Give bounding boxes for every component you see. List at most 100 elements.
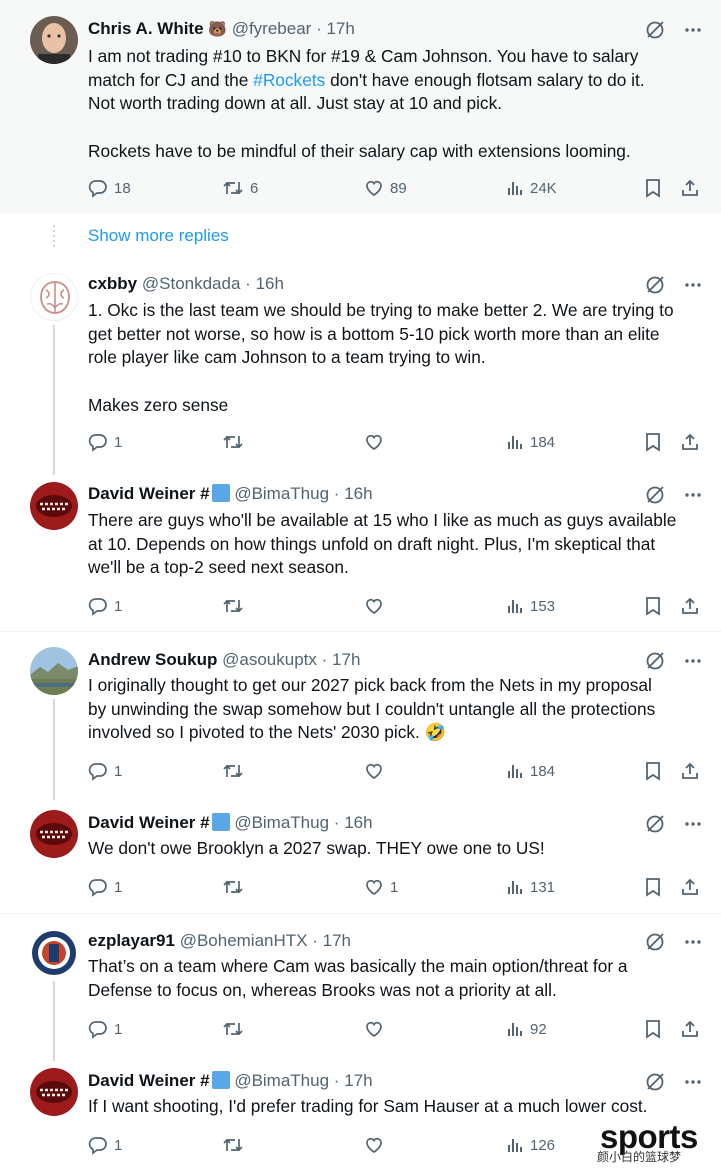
retweet-count: 6 xyxy=(250,179,259,197)
tweet-card[interactable]: Andrew Soukup @asoukuptx · 17h I origina… xyxy=(0,640,721,800)
hashtag-link[interactable]: #Rockets xyxy=(253,70,325,90)
tweet-card[interactable]: cxbby @Stonkdada · 16h 1. Okc is the las… xyxy=(0,265,721,475)
timestamp[interactable]: 17h xyxy=(344,1071,372,1090)
author-handle[interactable]: @BohemianHTX xyxy=(180,931,308,950)
tweet-header: David Weiner # @BimaThug · 16h xyxy=(88,812,721,834)
like-button[interactable] xyxy=(364,760,390,782)
avatar[interactable] xyxy=(30,647,78,695)
avatar[interactable] xyxy=(30,810,78,858)
tweet-line: role player like cam Johnson to a team t… xyxy=(88,347,486,368)
author-name[interactable]: David Weiner # xyxy=(88,1071,210,1090)
timestamp[interactable]: 16h xyxy=(344,484,372,503)
action-bar: 1 184 xyxy=(88,431,708,453)
tweet-card[interactable]: David Weiner # @BimaThug · 16h We don't … xyxy=(0,803,721,913)
retweet-button[interactable] xyxy=(222,431,250,453)
reply-button[interactable]: 1 xyxy=(88,1018,122,1040)
share-button[interactable] xyxy=(680,595,700,617)
avatar[interactable] xyxy=(30,273,78,321)
tweet-card[interactable]: Chris A. White 🐻 @fyrebear · 17h I am no… xyxy=(0,0,721,213)
author-handle[interactable]: @Stonkdada xyxy=(142,274,241,293)
more-options-icon[interactable] xyxy=(683,485,703,505)
reply-count: 1 xyxy=(114,597,123,615)
author-name[interactable]: cxbby xyxy=(88,274,137,293)
like-button[interactable]: 89 xyxy=(364,177,407,199)
bookmark-button[interactable] xyxy=(644,177,662,199)
more-options-icon[interactable] xyxy=(683,1072,703,1092)
more-options-icon[interactable] xyxy=(683,932,703,952)
timestamp[interactable]: 16h xyxy=(344,813,372,832)
author-name[interactable]: David Weiner # xyxy=(88,484,210,503)
tweet-text-fragment: match for CJ and the xyxy=(88,69,254,90)
share-button[interactable] xyxy=(680,1018,700,1040)
retweet-icon xyxy=(223,880,243,894)
timestamp[interactable]: 16h xyxy=(256,274,284,293)
retweet-button[interactable]: 6 xyxy=(222,177,258,199)
author-name[interactable]: Chris A. White xyxy=(88,19,204,38)
retweet-button[interactable] xyxy=(222,595,250,617)
share-button[interactable] xyxy=(680,177,700,199)
author-name[interactable]: Andrew Soukup xyxy=(88,650,217,669)
retweet-button[interactable] xyxy=(222,876,250,898)
more-options-icon[interactable] xyxy=(683,20,703,40)
more-options-icon[interactable] xyxy=(683,814,703,834)
heart-icon xyxy=(366,879,382,895)
author-handle[interactable]: @BimaThug xyxy=(234,813,329,832)
grok-icon[interactable] xyxy=(645,20,665,40)
author-name[interactable]: David Weiner # xyxy=(88,813,210,832)
share-button[interactable] xyxy=(680,760,700,782)
retweet-button[interactable] xyxy=(222,1018,250,1040)
show-more-replies-link[interactable]: Show more replies xyxy=(88,225,229,247)
retweet-button[interactable] xyxy=(222,760,250,782)
bookmark-button[interactable] xyxy=(644,1018,662,1040)
more-options-icon[interactable] xyxy=(683,651,703,671)
share-button[interactable] xyxy=(680,876,700,898)
like-button[interactable] xyxy=(364,431,390,453)
views-button[interactable]: 92 xyxy=(506,1018,547,1040)
views-button[interactable]: 131 xyxy=(506,876,555,898)
author-handle[interactable]: @asoukuptx xyxy=(222,650,317,669)
reply-button[interactable]: 1 xyxy=(88,595,122,617)
reply-button[interactable]: 1 xyxy=(88,1134,122,1156)
timestamp[interactable]: 17h xyxy=(326,19,354,38)
like-button[interactable] xyxy=(364,1134,390,1156)
reply-icon xyxy=(88,180,107,198)
reply-button[interactable]: 18 xyxy=(88,177,131,199)
views-button[interactable]: 184 xyxy=(506,760,555,782)
tweet-card[interactable]: David Weiner # @BimaThug · 16h There are… xyxy=(0,475,721,630)
timestamp[interactable]: 17h xyxy=(332,650,360,669)
author-name[interactable]: ezplayar91 xyxy=(88,931,175,950)
share-button[interactable] xyxy=(680,431,700,453)
grok-icon[interactable] xyxy=(645,485,665,505)
views-button[interactable]: 126 xyxy=(506,1134,555,1156)
more-options-icon[interactable] xyxy=(683,275,703,295)
grok-icon[interactable] xyxy=(645,651,665,671)
tweet-card[interactable]: ezplayar91 @BohemianHTX · 17h That’s on … xyxy=(0,921,721,1061)
author-handle[interactable]: @BimaThug xyxy=(234,1071,329,1090)
reply-button[interactable]: 1 xyxy=(88,876,122,898)
bookmark-button[interactable] xyxy=(644,876,662,898)
like-button[interactable] xyxy=(364,595,390,617)
bookmark-button[interactable] xyxy=(644,760,662,782)
avatar[interactable] xyxy=(30,16,78,64)
avatar[interactable] xyxy=(30,482,78,530)
avatar[interactable] xyxy=(30,1068,78,1116)
like-button[interactable] xyxy=(364,1018,390,1040)
avatar[interactable] xyxy=(30,929,78,977)
like-button[interactable]: 1 xyxy=(364,876,398,898)
timestamp[interactable]: 17h xyxy=(323,931,351,950)
reply-button[interactable]: 1 xyxy=(88,431,122,453)
grok-icon[interactable] xyxy=(645,275,665,295)
views-button[interactable]: 184 xyxy=(506,431,555,453)
author-handle[interactable]: @fyrebear xyxy=(232,19,312,38)
bookmark-button[interactable] xyxy=(644,431,662,453)
views-button[interactable]: 24K xyxy=(506,177,557,199)
thread-divider xyxy=(0,631,721,632)
grok-icon[interactable] xyxy=(645,932,665,952)
grok-icon[interactable] xyxy=(645,1072,665,1092)
bookmark-button[interactable] xyxy=(644,595,662,617)
grok-icon[interactable] xyxy=(645,814,665,834)
retweet-button[interactable] xyxy=(222,1134,250,1156)
views-button[interactable]: 153 xyxy=(506,595,555,617)
author-handle[interactable]: @BimaThug xyxy=(234,484,329,503)
reply-button[interactable]: 1 xyxy=(88,760,122,782)
